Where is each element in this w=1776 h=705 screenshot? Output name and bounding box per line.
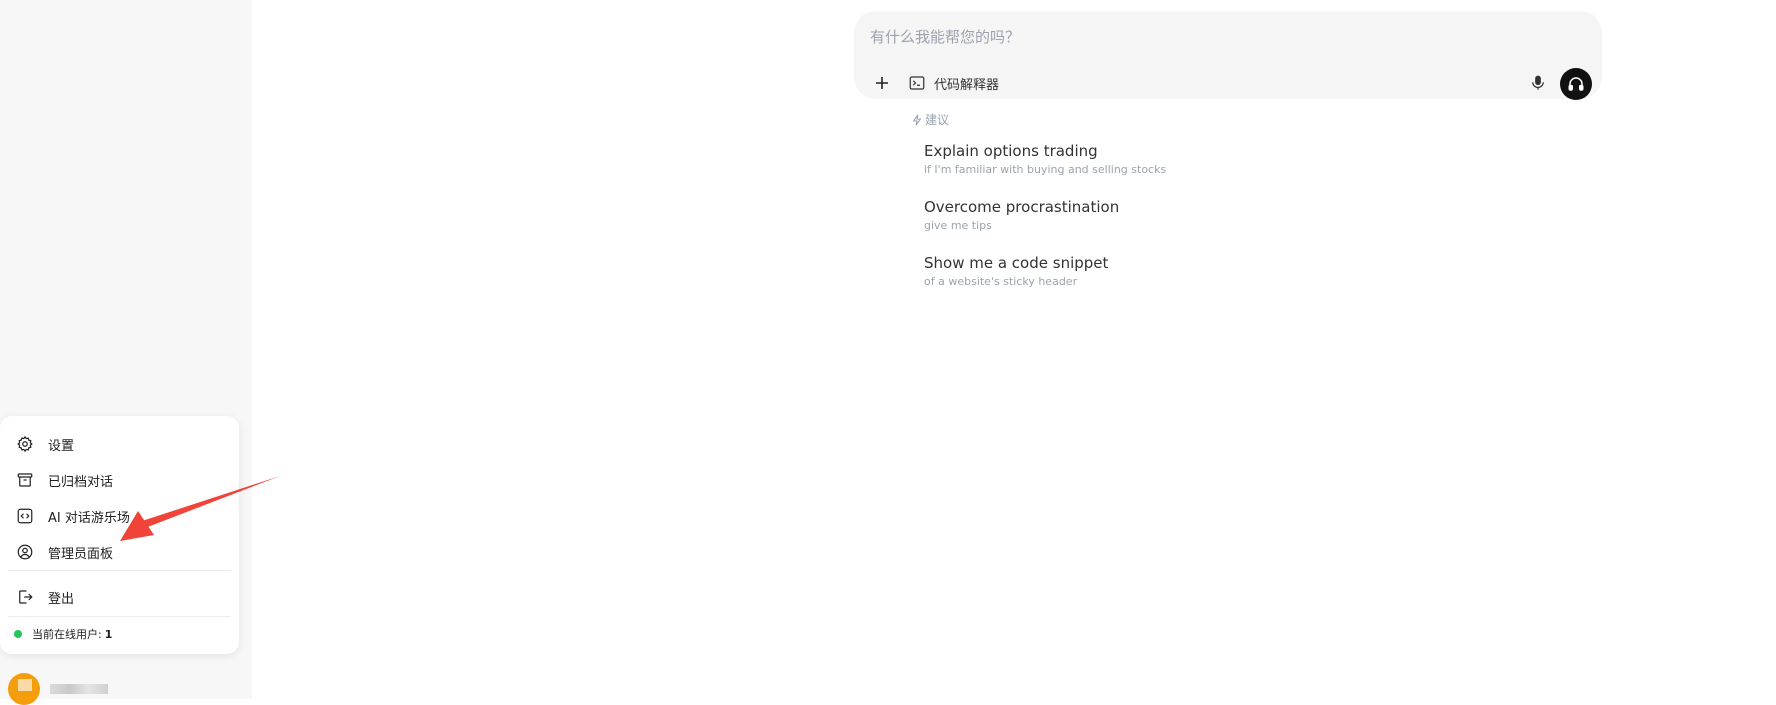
user-circle-icon: [16, 543, 34, 561]
online-users-count: 1: [104, 627, 113, 641]
code-icon: [16, 507, 34, 525]
menu-item-label: 管理员面板: [48, 546, 114, 562]
microphone-button[interactable]: [1526, 71, 1550, 95]
suggestions-heading: 建议: [912, 111, 949, 128]
archive-icon: [16, 471, 34, 489]
chat-input[interactable]: [870, 25, 1470, 49]
menu-item-settings[interactable]: 设置: [8, 428, 231, 460]
code-interpreter-label: 代码解释器: [934, 77, 1000, 93]
menu-item-label: 设置: [48, 438, 75, 454]
suggestion-subtitle: give me tips: [924, 219, 992, 232]
avatar: [8, 673, 40, 705]
menu-item-label: 登出: [48, 591, 75, 607]
online-users-status: 当前在线用户: 1: [14, 626, 112, 642]
menu-item-label: 已归档对话: [48, 474, 114, 490]
username-blurred: [50, 684, 108, 694]
menu-item-logout[interactable]: 登出: [8, 581, 231, 613]
suggestion-item[interactable]: Explain options trading if I'm familiar …: [924, 141, 1284, 178]
user-profile-button[interactable]: [8, 673, 108, 705]
suggestions-heading-label: 建议: [925, 113, 950, 127]
suggestion-title: Show me a code snippet: [924, 254, 1109, 272]
suggestion-subtitle: of a website's sticky header: [924, 275, 1078, 288]
annotation-arrow: [120, 476, 280, 541]
suggestion-subtitle: if I'm familiar with buying and selling …: [924, 163, 1167, 176]
online-dot-icon: [14, 630, 22, 638]
logout-icon: [16, 588, 34, 606]
suggestion-title: Explain options trading: [924, 142, 1098, 160]
plus-icon: [876, 77, 888, 89]
suggestion-title: Overcome procrastination: [924, 198, 1120, 216]
terminal-icon: [909, 76, 925, 90]
headphones-icon: [1568, 77, 1584, 91]
attach-button[interactable]: [870, 71, 894, 95]
suggestion-item[interactable]: Overcome procrastination give me tips: [924, 197, 1284, 234]
lightning-icon: [912, 114, 922, 125]
microphone-icon: [1532, 75, 1544, 90]
chat-composer: 代码解释器: [854, 11, 1602, 100]
menu-divider: [8, 570, 231, 571]
gear-icon: [16, 435, 34, 453]
suggestion-item[interactable]: Show me a code snippet of a website's st…: [924, 253, 1284, 290]
voice-mode-button[interactable]: [1560, 68, 1592, 100]
code-interpreter-button[interactable]: 代码解释器: [908, 71, 999, 95]
menu-divider: [8, 616, 231, 617]
online-users-label: 当前在线用户:: [32, 628, 102, 641]
